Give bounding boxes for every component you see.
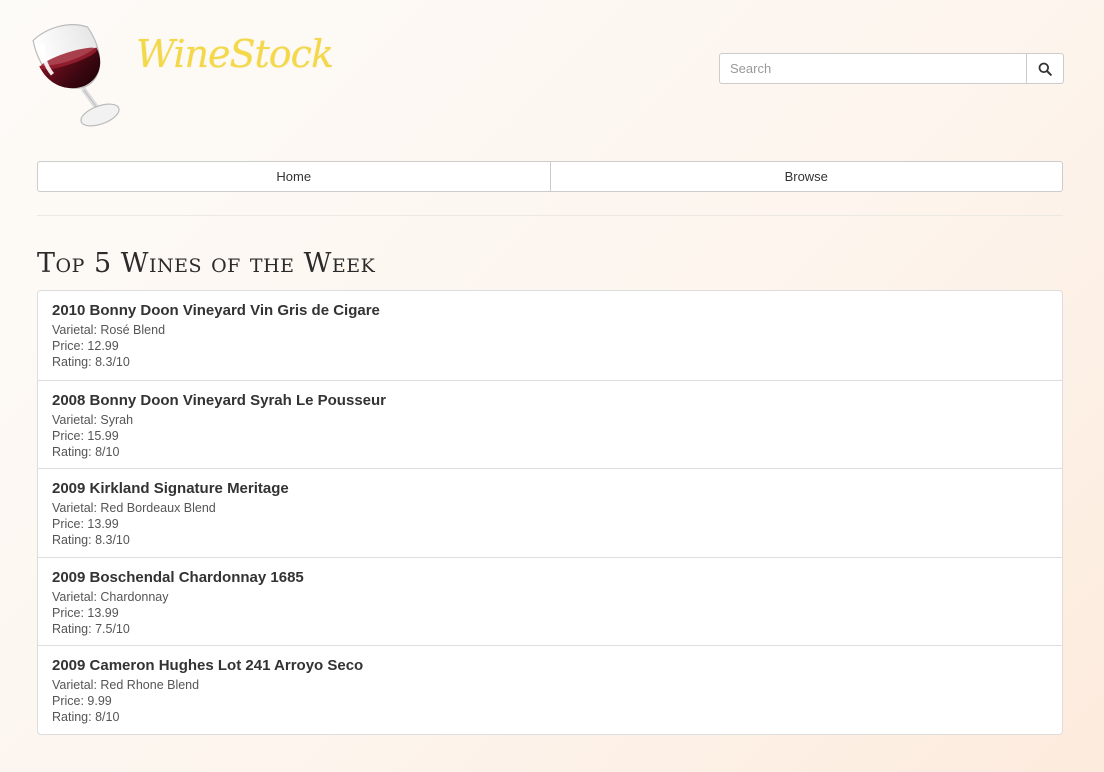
- wine-title[interactable]: 2010 Bonny Doon Vineyard Vin Gris de Cig…: [52, 301, 1048, 320]
- list-item[interactable]: 2009 Cameron Hughes Lot 241 Arroyo Seco …: [38, 645, 1062, 734]
- wine-title[interactable]: 2008 Bonny Doon Vineyard Syrah Le Pousse…: [52, 391, 1048, 410]
- wine-title[interactable]: 2009 Kirkland Signature Meritage: [52, 479, 1048, 498]
- wine-rating: Rating: 7.5/10: [52, 621, 130, 636]
- wine-rating: Rating: 8/10: [52, 444, 120, 459]
- page-title: Top 5 Wines of the Week: [37, 248, 376, 279]
- wine-title[interactable]: 2009 Boschendal Chardonnay 1685: [52, 568, 1048, 587]
- main-nav: Home Browse: [37, 161, 1063, 192]
- divider: [37, 215, 1063, 216]
- wine-varietal: Varietal: Chardonnay: [52, 589, 169, 604]
- wine-price: Price: 13.99: [52, 605, 119, 620]
- wine-price: Price: 15.99: [52, 428, 119, 443]
- wine-price: Price: 9.99: [52, 694, 112, 709]
- wine-rating: Rating: 8.3/10: [52, 355, 130, 369]
- wine-price: Price: 13.99: [52, 517, 119, 532]
- wine-rating: Rating: 8/10: [52, 710, 120, 725]
- nav-browse-button[interactable]: Browse: [550, 161, 1063, 192]
- wine-price: Price: 12.99: [52, 339, 119, 353]
- site-header: WineStock: [0, 0, 1104, 140]
- search-icon: [1038, 62, 1052, 76]
- list-item[interactable]: 2008 Bonny Doon Vineyard Syrah Le Pousse…: [38, 379, 1062, 469]
- wine-title[interactable]: 2009 Cameron Hughes Lot 241 Arroyo Seco: [52, 656, 1048, 675]
- list-item[interactable]: 2010 Bonny Doon Vineyard Vin Gris de Cig…: [38, 291, 1062, 380]
- nav-home-button[interactable]: Home: [37, 161, 551, 192]
- brand-logo-text[interactable]: WineStock: [136, 32, 334, 76]
- list-item[interactable]: 2009 Kirkland Signature Meritage Varieta…: [38, 468, 1062, 557]
- wine-list: 2010 Bonny Doon Vineyard Vin Gris de Cig…: [37, 290, 1063, 735]
- wine-rating: Rating: 8.3/10: [52, 533, 130, 548]
- search-bar: [719, 53, 1064, 84]
- wine-varietal: Varietal: Red Bordeaux Blend: [52, 501, 216, 516]
- wine-varietal: Varietal: Rosé Blend: [52, 323, 166, 337]
- wine-varietal: Varietal: Syrah: [52, 412, 134, 427]
- list-item[interactable]: 2009 Boschendal Chardonnay 1685 Varietal…: [38, 556, 1062, 646]
- wine-varietal: Varietal: Red Rhone Blend: [52, 678, 200, 693]
- search-button[interactable]: [1027, 53, 1064, 84]
- search-input[interactable]: [719, 53, 1027, 84]
- wine-glass-logo-icon[interactable]: [30, 12, 130, 130]
